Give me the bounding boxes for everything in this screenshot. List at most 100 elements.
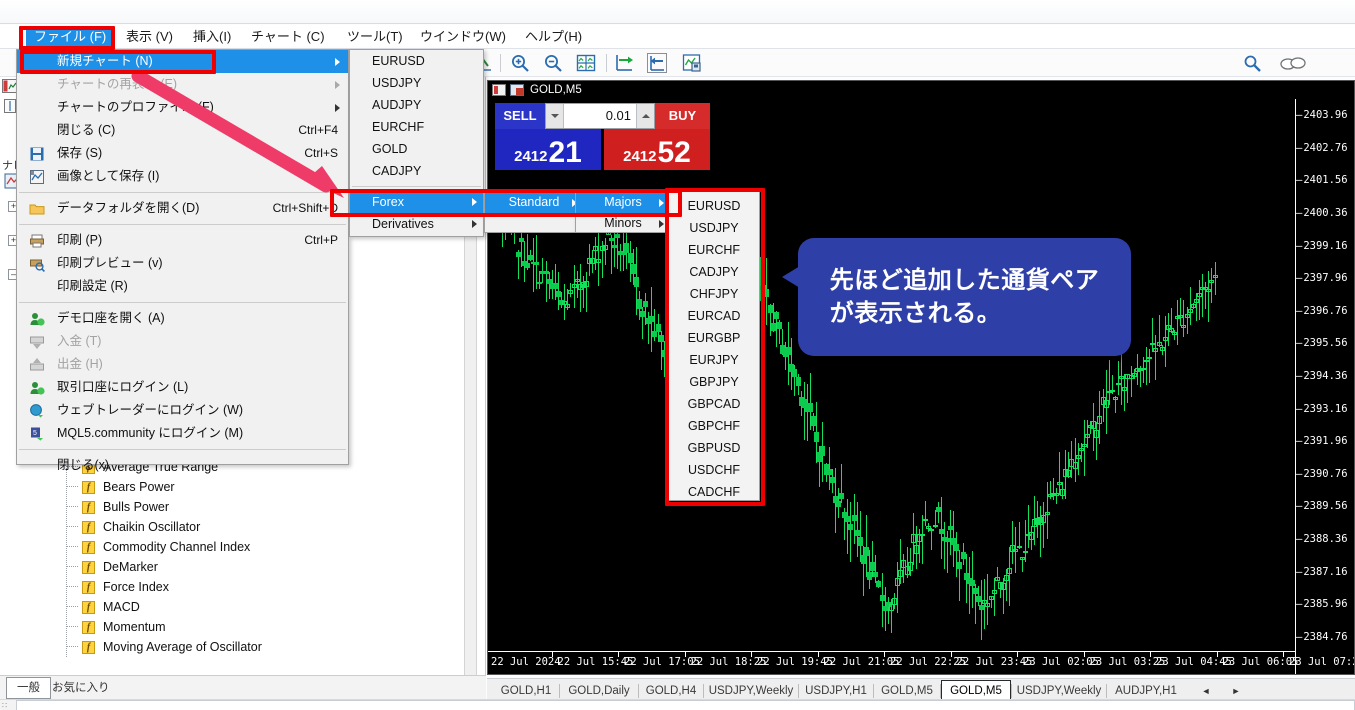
majors-pair-item-3[interactable]: CADJPY <box>669 261 759 283</box>
indicator-item[interactable]: f MACD <box>28 597 468 617</box>
file-menu-item-0[interactable]: 新規チャート (N) <box>17 50 348 73</box>
majors-pair-item-11[interactable]: GBPUSD <box>669 437 759 459</box>
chat-icon[interactable] <box>1278 54 1308 74</box>
indicator-item[interactable]: f Chaikin Oscillator <box>28 517 468 537</box>
menu-0[interactable]: ファイル (F) <box>26 27 115 47</box>
file-menu-item-18[interactable]: 5 MQL5.community にログイン (M) <box>17 422 348 445</box>
candle-wick <box>1043 501 1045 548</box>
file-menu-item-13[interactable]: デモ口座を開く (A) <box>17 307 348 330</box>
menu-6[interactable]: ヘルプ(H) <box>517 27 590 47</box>
zoom-in-icon[interactable] <box>510 53 530 73</box>
file-menu-item-5[interactable]: 画像として保存 (I) <box>17 165 348 188</box>
indicator-item[interactable]: f Moving Average of Oscillator <box>28 637 468 657</box>
chart-shift-icon[interactable] <box>647 53 667 73</box>
navigator-scrollbar[interactable]: ▲ ▼ <box>464 165 477 710</box>
majors-pair-item-8[interactable]: GBPJPY <box>669 371 759 393</box>
save-template-icon[interactable] <box>682 53 702 73</box>
file-menu-item-3[interactable]: 閉じる (C) Ctrl+F4 <box>17 119 348 142</box>
tree-connector <box>66 566 78 567</box>
price-axis[interactable]: 2403.96 2402.76 2401.56 2400.36 2399.16 2397.… <box>1296 99 1354 652</box>
tabs-scroll-right-icon[interactable]: ► <box>1229 683 1243 699</box>
menu-5[interactable]: ウインドウ(W) <box>412 27 514 47</box>
new-chart-item-5[interactable]: CADJPY <box>350 160 483 182</box>
majors-pair-item-9[interactable]: GBPCAD <box>669 393 759 415</box>
file-menu-item-20[interactable]: 閉じる(x) <box>17 454 348 477</box>
candle-wick <box>1149 349 1151 384</box>
file-menu-item-16[interactable]: 取引口座にログイン (L) <box>17 376 348 399</box>
file-menu-item-7[interactable]: データフォルダを開く(D) Ctrl+Shift+D <box>17 197 348 220</box>
file-menu-item-2[interactable]: チャートのプロファイル (F) <box>17 96 348 119</box>
majors-pair-item-12[interactable]: USDCHF <box>669 459 759 481</box>
majors-pair-item-6[interactable]: EURGBP <box>669 327 759 349</box>
indicator-item[interactable]: f Force Index <box>28 577 468 597</box>
indicator-item[interactable]: f Commodity Channel Index <box>28 537 468 557</box>
forex-submenu[interactable]: Standard <box>484 191 584 233</box>
standard-submenu-item-1[interactable]: Minors <box>576 213 670 234</box>
majors-pair-item-5[interactable]: EURCAD <box>669 305 759 327</box>
terminal-tabbar[interactable]: 一般 お気に入り <box>0 675 486 699</box>
file-menu-item-9[interactable]: 印刷 (P) Ctrl+P <box>17 229 348 252</box>
majors-pair-item-0[interactable]: EURUSD <box>669 195 759 217</box>
forex-submenu-item-0[interactable]: Standard <box>485 192 583 213</box>
majors-pair-item-1[interactable]: USDJPY <box>669 217 759 239</box>
zoom-out-icon[interactable] <box>543 53 563 73</box>
new-chart-item-3[interactable]: EURCHF <box>350 116 483 138</box>
tree-connector <box>66 486 78 487</box>
file-menu-item-10[interactable]: 印刷プレビュー (v) <box>17 252 348 275</box>
file-menu-item-1[interactable]: チャートの再表示 (E) <box>17 73 348 96</box>
standard-submenu-item-0[interactable]: Majors <box>576 192 670 213</box>
candle-body <box>643 300 649 307</box>
candle-wick <box>1108 360 1110 405</box>
tree-connector <box>66 546 78 547</box>
new-chart-item-6[interactable]: Forex <box>350 191 483 213</box>
chevron-right-icon <box>472 198 477 206</box>
menu-3[interactable]: チャート (C) <box>243 27 333 47</box>
new-chart-item-2[interactable]: AUDJPY <box>350 94 483 116</box>
majors-pair-item-13[interactable]: CADCHF <box>669 481 759 503</box>
file-menu-dropdown[interactable]: 新規チャート (N) チャートの再表示 (E) チャートのプロファイル (F) 閉じる… <box>16 49 349 472</box>
indicator-item[interactable]: f Bears Power <box>28 477 468 497</box>
terminal-tab-1[interactable]: お気に入り <box>42 678 120 698</box>
file-menu-item-label: データフォルダを開く(D) <box>57 201 200 215</box>
file-menu-item-17[interactable]: ウェブトレーダーにログイン (W) <box>17 399 348 422</box>
standard-submenu[interactable]: Majors Minors <box>575 191 671 233</box>
chevron-right-icon <box>335 104 340 112</box>
majors-pairs-list[interactable]: EURUSD USDJPY EURCHF CADJPY CHFJPY EURCAD EURG… <box>668 191 760 501</box>
tile-windows-icon[interactable] <box>576 53 596 73</box>
file-menu-item-15[interactable]: 出金 (H) <box>17 353 348 376</box>
indicator-label: Momentum <box>103 620 166 634</box>
file-menu-item-14[interactable]: 入金 (T) <box>17 330 348 353</box>
majors-pair-item-2[interactable]: EURCHF <box>669 239 759 261</box>
indicator-item[interactable]: f DeMarker <box>28 557 468 577</box>
menu-1[interactable]: 表示 (V) <box>118 27 181 47</box>
tree-connector <box>66 506 78 507</box>
menu-4[interactable]: ツール(T) <box>339 27 411 47</box>
majors-pair-item-7[interactable]: EURJPY <box>669 349 759 371</box>
chart-window[interactable]: GOLD,M5 SELL 0.01 BUY 2412 21 2412 52 – … <box>487 80 1355 675</box>
new-chart-submenu[interactable]: EURUSD USDJPY AUDJPY EURCHF GOLD CADJPY Forex D… <box>349 49 484 237</box>
candle-wick <box>937 502 939 524</box>
indicator-label: Bears Power <box>103 480 175 494</box>
file-menu-item-4[interactable]: 保存 (S) Ctrl+S <box>17 142 348 165</box>
file-menu-item-11[interactable]: 印刷設定 (R) <box>17 275 348 298</box>
new-chart-item-0[interactable]: EURUSD <box>350 50 483 72</box>
indicator-item[interactable]: f Momentum <box>28 617 468 637</box>
tabs-scroll-left-icon[interactable]: ◄ <box>1199 683 1213 699</box>
time-tick: 22 Jul 19:45 <box>757 656 833 668</box>
majors-pair-item-10[interactable]: GBPCHF <box>669 415 759 437</box>
new-chart-item-1[interactable]: USDJPY <box>350 72 483 94</box>
time-tick-mark <box>684 652 686 657</box>
time-axis[interactable]: 22 Jul 2024 22 Jul 15:45 22 Jul 17:05 22 Ju… <box>488 652 1354 674</box>
new-chart-item-7[interactable]: Derivatives <box>350 213 483 235</box>
menu-2[interactable]: 挿入(I) <box>185 27 239 47</box>
file-menu-item-label: 印刷 (P) <box>57 233 103 247</box>
auto-scroll-icon[interactable] <box>614 53 634 73</box>
function-icon: f <box>82 600 95 614</box>
svg-text:5: 5 <box>33 430 37 437</box>
new-chart-item-4[interactable]: GOLD <box>350 138 483 160</box>
majors-pair-item-4[interactable]: CHFJPY <box>669 283 759 305</box>
indicator-item[interactable]: f Bulls Power <box>28 497 468 517</box>
search-icon[interactable] <box>1243 54 1263 74</box>
function-icon: f <box>82 540 95 554</box>
callout-text: 先ほど追加した通貨ペア が表示される。 <box>816 264 1114 330</box>
